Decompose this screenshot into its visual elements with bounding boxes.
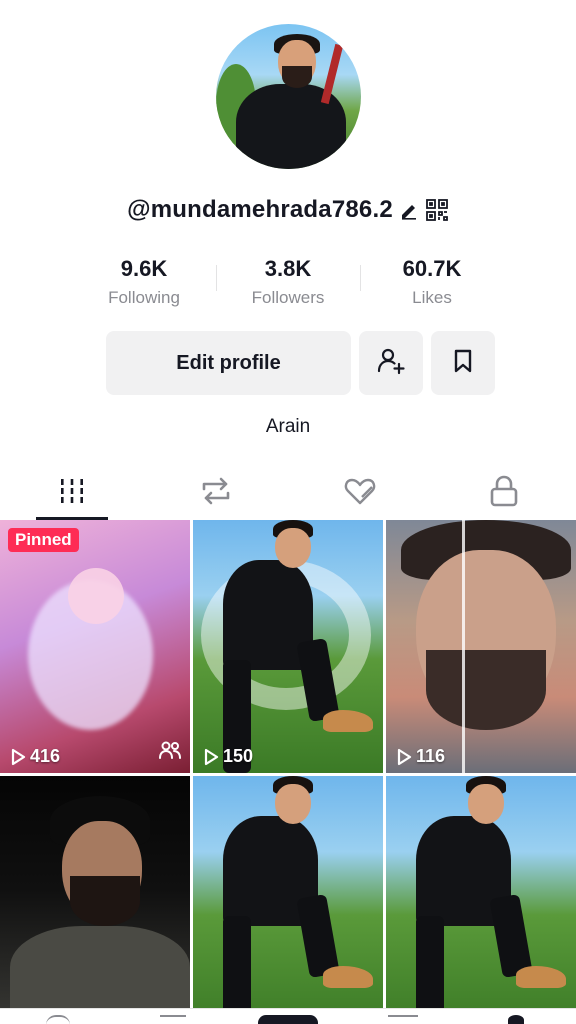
profile-tab-icon[interactable] — [508, 1015, 524, 1024]
add-friends-button[interactable] — [359, 331, 423, 395]
thumbnail-person-head — [468, 784, 504, 824]
video-thumbnail-6[interactable] — [386, 776, 576, 1024]
stat-likes[interactable]: 60.7K Likes — [360, 255, 504, 313]
view-count: 116 — [396, 746, 445, 767]
view-count: 150 — [203, 746, 253, 767]
thumbnail-light-line — [462, 520, 465, 773]
video-thumbnail-5[interactable] — [193, 776, 383, 1024]
repost-icon — [198, 473, 234, 514]
stat-likes-value: 60.7K — [402, 256, 462, 281]
thumbnail-person-head — [275, 528, 311, 568]
username-row: @mundamehrada786.2 — [0, 196, 576, 224]
favorites-button[interactable] — [431, 331, 495, 395]
thumbnail-shoe — [323, 710, 373, 732]
create-button[interactable] — [258, 1015, 318, 1024]
username: @mundamehrada786.2 — [127, 196, 393, 223]
bottom-navigation — [0, 1008, 576, 1024]
view-count-value: 416 — [30, 746, 61, 766]
bookmark-icon — [450, 348, 476, 379]
edit-profile-button[interactable]: Edit profile — [106, 331, 351, 395]
tab-liked[interactable] — [288, 466, 432, 520]
play-icon — [397, 748, 412, 765]
inbox-icon[interactable] — [388, 1015, 418, 1024]
view-count-value: 150 — [223, 746, 254, 766]
stat-followers-value: 3.8K — [264, 256, 312, 281]
profile-tabs — [0, 466, 576, 520]
profile-stats: 9.6K Following 3.8K Followers 60.7K Like… — [72, 255, 504, 313]
video-thumbnail-3[interactable]: 116 — [386, 520, 576, 773]
thumbnail-doll-head — [68, 568, 124, 624]
profile-actions: Edit profile — [106, 331, 495, 395]
video-thumbnail-2[interactable]: 150 — [193, 520, 383, 773]
home-icon[interactable] — [46, 1015, 70, 1024]
video-thumbnail-1[interactable]: Pinned 416 — [0, 520, 190, 773]
play-icon — [11, 748, 26, 765]
grid-videos-icon — [58, 477, 86, 510]
lock-icon — [488, 474, 520, 513]
add-user-icon — [376, 346, 406, 381]
stat-likes-label: Likes — [412, 288, 452, 307]
pinned-badge: Pinned — [8, 528, 79, 552]
tab-reposts[interactable] — [144, 466, 288, 520]
thumbnail-person-leg-2 — [489, 894, 533, 978]
play-icon — [204, 748, 219, 765]
thumbnail-beard — [426, 650, 546, 730]
liked-heart-icon — [342, 473, 378, 514]
edit-pencil-icon[interactable] — [399, 200, 419, 220]
qr-code-icon[interactable] — [425, 198, 449, 222]
profile-avatar[interactable] — [216, 24, 361, 169]
stat-followers-label: Followers — [251, 288, 325, 307]
stat-followers[interactable]: 3.8K Followers — [216, 255, 360, 313]
view-count-value: 116 — [416, 746, 446, 766]
thumbnail-shoe — [516, 966, 566, 988]
stat-following-label: Following — [108, 288, 180, 307]
video-thumbnail-4[interactable] — [0, 776, 190, 1024]
view-count: 416 — [10, 746, 60, 767]
thumbnail-shoe — [323, 966, 373, 988]
tab-videos[interactable] — [0, 466, 144, 520]
thumbnail-beard — [70, 876, 140, 926]
stat-following[interactable]: 9.6K Following — [72, 255, 216, 313]
stat-following-value: 9.6K — [120, 256, 168, 281]
thumbnail-person-head — [275, 784, 311, 824]
friends-tab-icon[interactable] — [160, 1015, 186, 1024]
tab-private[interactable] — [432, 466, 576, 520]
video-grid: Pinned 416 150 116 — [0, 520, 576, 1024]
profile-bio: Arain — [265, 416, 311, 437]
thumbnail-person-leg-2 — [296, 894, 340, 978]
avatar-beard — [282, 66, 312, 88]
friends-icon — [158, 740, 182, 765]
